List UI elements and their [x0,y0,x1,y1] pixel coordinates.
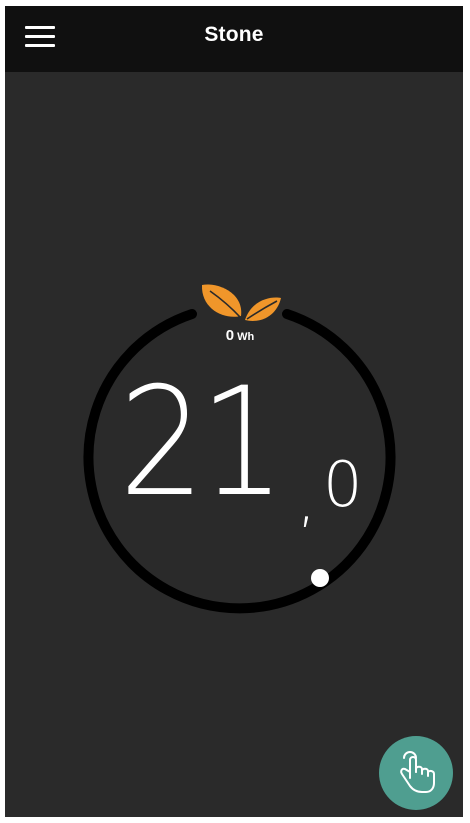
temperature-separator: , [297,465,317,535]
temperature-decimal: 0 [323,448,363,521]
hand-tap-icon [400,751,435,793]
temperature-integer: 21 [119,356,285,530]
energy-readout: 0 Wh [210,327,270,345]
leaf-icon [201,284,281,321]
energy-value: 0 [225,327,235,344]
energy-unit: Wh [237,331,255,343]
manual-override-button[interactable] [379,736,453,810]
dial-knob [311,569,329,587]
temperature-display: 21 , 0 [119,356,362,538]
app-screen: Stone 0 Wh 21 , 0 [5,6,463,817]
